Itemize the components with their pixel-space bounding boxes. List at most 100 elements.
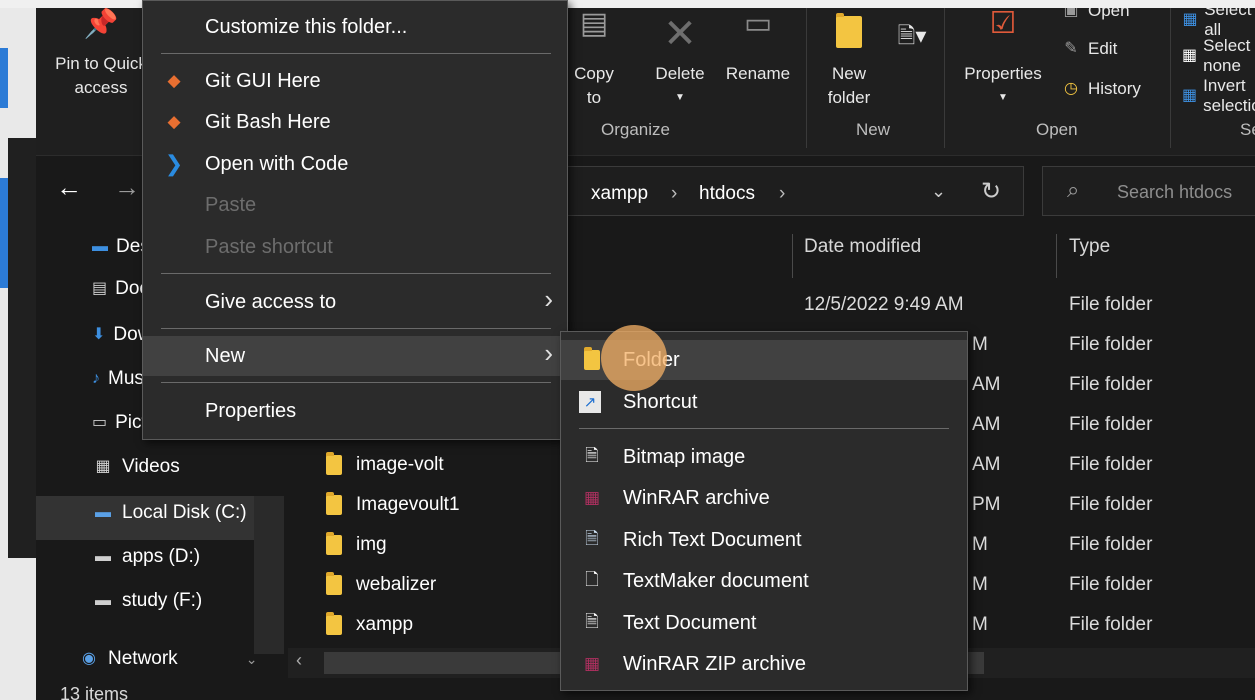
winrar-zip-icon: ▦ xyxy=(583,654,601,673)
submenu-item-text[interactable]: 🗎 Text Document xyxy=(561,603,967,643)
menu-item-customize[interactable]: Customize this folder... xyxy=(143,7,567,47)
breadcrumb-sep: › xyxy=(779,183,786,204)
history-button[interactable]: ◷ History xyxy=(1060,78,1141,100)
submenu-item-textmaker[interactable]: 🗋 TextMaker document xyxy=(561,561,967,601)
file-date: M xyxy=(972,534,988,555)
music-icon: ♪ xyxy=(92,370,100,387)
nav-item-desktop[interactable]: ▬Desktop xyxy=(92,236,146,258)
group-open-label: Open xyxy=(1036,120,1078,139)
file-date: PM xyxy=(972,494,1001,515)
git-icon: ◆ xyxy=(167,71,181,90)
new-folder-button[interactable]: New folder xyxy=(816,12,882,110)
nav-item-documents[interactable]: ▤Documents xyxy=(92,278,146,300)
chevron-left-icon[interactable]: ‹ xyxy=(296,650,302,671)
new-folder-icon xyxy=(816,12,882,62)
documents-icon: ▤ xyxy=(92,280,108,297)
nav-item-videos[interactable]: ▦ Videos xyxy=(92,456,179,478)
group-organize-label: Organize xyxy=(601,120,670,139)
nav-item-network[interactable]: ◉ Network ⌄ xyxy=(78,648,257,670)
menu-item-properties[interactable]: Properties xyxy=(143,391,567,431)
nav-item-apps-d[interactable]: ▬ apps (D:) xyxy=(92,546,200,568)
menu-item-open-code[interactable]: ❯ Open with Code xyxy=(143,144,567,184)
textmaker-icon: 🗋 xyxy=(585,569,599,589)
chevron-down-icon: ▼ xyxy=(675,92,685,103)
new-item-icon[interactable]: 🗎▾ xyxy=(892,24,932,48)
submenu-item-winrar-zip[interactable]: ▦ WinRAR ZIP archive xyxy=(561,644,967,684)
invert-selection-icon: ▦ xyxy=(1182,87,1198,104)
menu-item-git-bash[interactable]: ◆ Git Bash Here xyxy=(143,102,567,142)
pin-quick-access-button[interactable]: 📌 Pin to Quick access xyxy=(46,10,156,100)
nav-item-local-disk[interactable]: ▬ Local Disk (C:) xyxy=(92,502,254,524)
menu-item-git-gui[interactable]: ◆ Git GUI Here xyxy=(143,61,567,101)
refresh-icon[interactable]: ↻ xyxy=(981,177,1001,206)
nav-item-pictures[interactable]: ▭Pictures xyxy=(92,412,146,434)
delete-button[interactable]: ✕ Delete ▼ xyxy=(648,12,712,110)
file-date: M xyxy=(972,334,988,355)
submenu-item-rtf[interactable]: 🗎 Rich Text Document xyxy=(561,520,967,560)
file-type: File folder xyxy=(1069,414,1153,435)
rename-button[interactable]: ▭ Rename xyxy=(719,8,797,86)
chevron-right-icon: › xyxy=(544,338,553,368)
pictures-icon: ▭ xyxy=(92,414,108,431)
forward-arrow-icon[interactable]: → xyxy=(114,172,140,203)
local-disk-icon: ▬ xyxy=(95,504,111,521)
open-icon: ▣ xyxy=(1063,8,1079,19)
file-type: File folder xyxy=(1069,454,1153,475)
git-icon: ◆ xyxy=(167,112,181,131)
list-item[interactable]: image-volt xyxy=(326,452,444,476)
file-date: M xyxy=(972,574,988,595)
search-input[interactable]: ⌕ Search htdocs xyxy=(1042,166,1255,216)
folder-icon xyxy=(326,572,342,595)
submenu-item-winrar[interactable]: ▦ WinRAR archive xyxy=(561,478,967,518)
menu-item-new[interactable]: New › xyxy=(143,336,567,376)
file-date: 12/5/2022 9:49 AM xyxy=(804,294,964,315)
chevron-right-icon: › xyxy=(544,284,553,314)
open-small-button[interactable]: ▣ Open xyxy=(1060,8,1129,22)
list-item[interactable]: img xyxy=(326,532,387,556)
submenu-item-bitmap[interactable]: 🗎 Bitmap image xyxy=(561,437,967,477)
address-bar[interactable]: › xampp › htdocs › ⌄ ↻ xyxy=(556,166,1024,216)
downloads-icon: ⬇ xyxy=(92,326,106,343)
nav-scrollbar[interactable] xyxy=(254,496,284,654)
file-date: AM xyxy=(972,414,1001,435)
list-item[interactable]: Imagevoult1 xyxy=(326,492,460,516)
menu-item-paste[interactable]: Paste xyxy=(143,185,567,225)
background-window-edge xyxy=(0,8,36,700)
chevron-down-icon: ▼ xyxy=(998,92,1008,103)
list-item[interactable]: webalizer xyxy=(326,572,436,596)
breadcrumb-htdocs[interactable]: htdocs xyxy=(699,183,755,205)
select-none-icon: ▦ xyxy=(1182,47,1198,64)
select-none-button[interactable]: ▦ Select none xyxy=(1182,36,1255,76)
context-menu: Customize this folder... ◆ Git GUI Here ◆… xyxy=(142,0,568,440)
drive-icon: ▬ xyxy=(95,548,111,565)
edit-icon: ✎ xyxy=(1064,40,1078,57)
properties-icon: ☑ xyxy=(989,8,1017,40)
menu-item-paste-shortcut[interactable]: Paste shortcut xyxy=(143,227,567,267)
properties-button[interactable]: ☑ Properties ▼ xyxy=(954,8,1052,110)
copy-to-button[interactable]: ▤ Copy to xyxy=(566,9,622,110)
group-select-label: Select xyxy=(1240,120,1255,139)
file-type: File folder xyxy=(1069,614,1153,635)
nav-item-music[interactable]: ♪Music xyxy=(92,368,146,390)
rich-text-icon: 🗎 xyxy=(585,528,599,548)
column-header-date[interactable]: Date modified xyxy=(804,236,921,258)
file-type: File folder xyxy=(1069,494,1153,515)
desktop-icon: ▬ xyxy=(92,238,108,255)
file-date: AM xyxy=(972,454,1001,475)
chevron-down-icon[interactable]: ⌄ xyxy=(931,181,946,202)
breadcrumb-xampp[interactable]: xampp xyxy=(591,183,648,205)
invert-selection-button[interactable]: ▦ Invert selection xyxy=(1182,76,1255,116)
cursor-highlight xyxy=(601,325,667,391)
edit-button[interactable]: ✎ Edit xyxy=(1060,38,1117,60)
back-arrow-icon[interactable]: ← xyxy=(56,172,82,203)
status-item-count: 13 items xyxy=(60,684,129,700)
text-document-icon: 🗎 xyxy=(585,611,599,631)
nav-item-study-f[interactable]: ▬ study (F:) xyxy=(92,590,202,612)
folder-icon xyxy=(326,612,342,635)
rename-icon: ▭ xyxy=(743,8,773,40)
chevron-down-icon[interactable]: ⌄ xyxy=(246,651,258,668)
column-header-type[interactable]: Type xyxy=(1069,236,1110,258)
list-item[interactable]: xampp xyxy=(326,612,413,636)
menu-item-give-access[interactable]: Give access to › xyxy=(143,282,567,322)
nav-item-downloads[interactable]: ⬇Downloads xyxy=(92,324,146,346)
